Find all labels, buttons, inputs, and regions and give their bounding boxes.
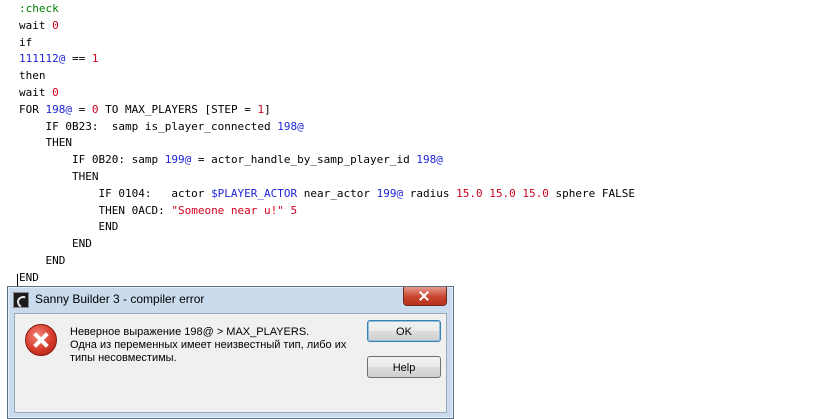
code-token: near_actor [297,186,377,200]
code-token: 198@ [277,119,304,133]
code-line: 111112@ == 1 [19,50,98,67]
code-token: FOR [19,102,46,116]
code-line: END [19,252,65,269]
code-line: THEN [19,168,99,185]
code-token: 198@ [416,153,443,167]
code-token: wait [19,18,53,32]
compiler-error-dialog: Sanny Builder 3 - compiler error Неверно… [7,286,454,419]
code-line: wait 0 [19,84,59,101]
error-message-line-2: Одна из переменных имеет неизвестный тип… [70,339,347,351]
code-token: 199@ [164,153,192,167]
code-token: THEN 0ACD: [19,203,172,217]
code-line: THEN 0ACD: "Someone near u!" 5 [19,202,297,219]
code-token: $PLAYER_ACTOR [211,186,298,200]
code-line: END [19,218,118,235]
code-token: IF 0104: actor [19,186,212,200]
close-button[interactable] [403,287,447,306]
code-token: END [19,270,39,284]
code-line: END [19,269,39,286]
code-token: 0 [91,102,99,116]
code-line: :check [19,0,59,17]
code-token: END [19,254,66,267]
ok-button[interactable]: OK [367,320,441,342]
code-line: wait 0 [19,17,59,34]
code-token: = [72,102,92,116]
code-token: :check [19,2,59,15]
code-line: THEN [19,134,72,151]
error-icon [25,324,57,356]
code-line: FOR 198@ = 0 TO MAX_PLAYERS [STEP = 1] [19,101,271,118]
code-token: if [19,35,33,49]
dialog-content: Неверное выражение 198@ > MAX_PLAYERS. О… [14,313,447,413]
code-token: 1 [91,52,99,66]
code-token: THEN [19,136,72,150]
sanny-builder-app-icon [13,292,29,308]
code-token: sphere FALSE [548,186,635,200]
code-token: == [65,52,92,66]
code-line: IF 0B23: samp is_player_connected 198@ [19,118,304,135]
code-token: 5 [290,203,298,217]
dialog-titlebar[interactable]: Sanny Builder 3 - compiler error [8,287,453,313]
code-line: END [19,235,92,252]
code-token: 111112@ [19,52,66,66]
help-button[interactable]: Help [367,356,441,378]
code-token: "Someone near u!" [171,203,284,217]
code-line: then [19,67,46,84]
code-line: if [19,34,32,51]
code-token: END [19,220,119,234]
code-token: then [19,69,46,83]
code-token: 0 [52,18,59,32]
code-token: THEN [19,170,99,183]
code-line: IF 0104: actor $PLAYER_ACTOR near_actor … [19,185,635,202]
code-token: IF 0B20: samp [19,153,165,167]
error-message-line-3: типы несовместимы. [70,352,177,364]
code-line: IF 0B20: samp 199@ = actor_handle_by_sam… [19,151,443,168]
code-token: IF 0B23: samp is_player_connected [19,119,278,133]
code-token: 0 [52,86,59,99]
code-token: wait [19,86,53,99]
code-token: END [19,237,92,251]
code-token: 15.0 15.0 15.0 [456,186,549,200]
code-token: TO MAX_PLAYERS [STEP = [98,102,258,116]
error-message-line-1: Неверное выражение 198@ > MAX_PLAYERS. [70,326,310,338]
code-token: ] [264,102,271,116]
code-token: 199@ [376,186,404,200]
code-token: = actor_handle_by_samp_player_id [191,153,417,167]
code-token: radius [403,186,457,200]
code-token: 198@ [45,102,73,116]
dialog-title: Sanny Builder 3 - compiler error [35,292,205,306]
